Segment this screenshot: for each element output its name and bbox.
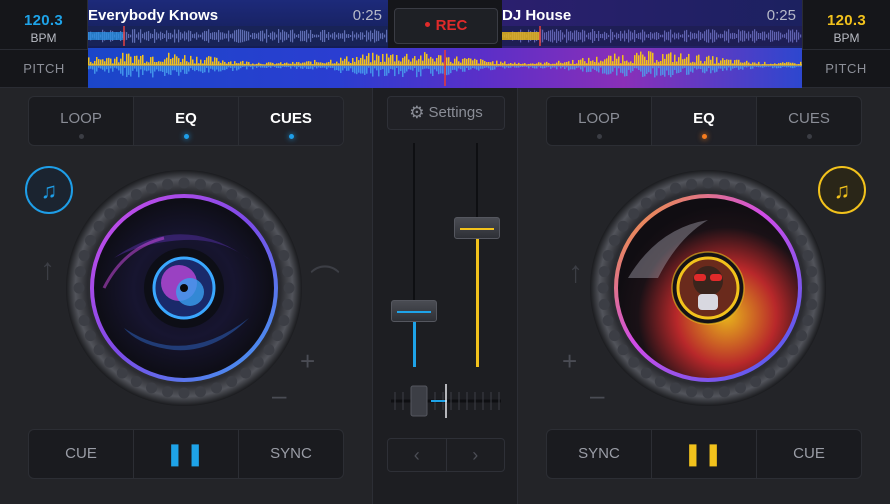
overview-waveform-graphic [88, 50, 802, 86]
deck-b-pitch-label[interactable]: PITCH [802, 52, 890, 86]
deck-b-track-time: 0:25 [766, 7, 796, 24]
deck-b-tab-loop[interactable]: LOOP [547, 97, 652, 145]
deck-b-tab-loop-label: LOOP [578, 110, 620, 127]
deck-a-tab-eq-label: EQ [175, 110, 197, 127]
deck-a-tab-cues-label: CUES [270, 110, 312, 127]
top-bar: 120.3 BPM PITCH Everybody Knows 0:25 REC… [0, 0, 890, 88]
record-dot-icon [424, 22, 430, 28]
deck-a-eq-indicator [183, 134, 189, 139]
deck-b-bpm[interactable]: 120.3 BPM [802, 0, 890, 50]
deck-b-bpm-value: 120.3 [826, 12, 867, 29]
deck-a-turntable-graphic [66, 170, 302, 406]
deck-a-tab-loop[interactable]: LOOP [29, 97, 134, 145]
deck-b-cue-button[interactable]: CUE [757, 430, 861, 478]
deck-a-pitch-plus[interactable]: + [300, 346, 315, 377]
deck-a-cues-indicator [288, 134, 294, 139]
deck-b-sync-button[interactable]: SYNC [547, 430, 652, 478]
pitch-bend-down-arrow-icon[interactable]: ⌒ [310, 256, 340, 300]
music-note-add-icon: ♫ [40, 178, 58, 203]
deck-b-tab-eq[interactable]: EQ [652, 97, 757, 145]
deck-a-track-title: Everybody Knows [88, 7, 219, 24]
deck-b-track-info[interactable]: DJ House 0:25 [502, 0, 802, 48]
deck-b-tab-cues[interactable]: CUES [757, 97, 861, 145]
deck-a-play-pause-button[interactable]: ❚❚ [134, 430, 239, 478]
deck-a-sync-button[interactable]: SYNC [239, 430, 343, 478]
deck-b-volume-fader[interactable] [454, 217, 500, 240]
chevron-left-icon[interactable]: ‹ [388, 439, 447, 471]
deck-a-mode-tabs: LOOP EQ CUES [28, 96, 344, 146]
deck-a-tab-eq[interactable]: EQ [134, 97, 239, 145]
deck-a-tab-loop-label: LOOP [60, 110, 102, 127]
deck-a-volume-fader[interactable] [391, 300, 437, 322]
settings-label: Settings [428, 104, 483, 121]
deck-b-mini-waveform [502, 26, 802, 46]
deck-b-tab-cues-label: CUES [788, 110, 830, 127]
deck-b-volume-level [475, 239, 479, 367]
gear-icon: ⚙ [409, 103, 425, 122]
deck-b-turntable-graphic [590, 170, 826, 406]
deck-a-volume-level [412, 322, 416, 367]
crossfader[interactable] [391, 380, 501, 422]
deck-b-loop-indicator [596, 134, 602, 139]
deck-b-track-title: DJ House [502, 7, 572, 24]
deck-a-track-time: 0:25 [352, 7, 382, 24]
deck-b-pitch-minus[interactable]: – [590, 380, 604, 411]
chevron-right-icon[interactable]: › [447, 439, 505, 471]
deck-a-bpm-value: 120.3 [23, 12, 64, 29]
record-button[interactable]: REC [394, 8, 498, 44]
deck-b-panel: LOOP EQ CUES ♫ ↑ + – SYNC ❚❚ CUE [518, 88, 890, 504]
deck-b-play-pause-button[interactable]: ❚❚ [652, 430, 757, 478]
deck-b-eq-indicator [701, 134, 707, 139]
deck-a-transport: CUE ❚❚ SYNC [28, 429, 344, 479]
deck-a-panel: LOOP EQ CUES ♫ ↑ ⌒ + – CUE ❚❚ SYNC [0, 88, 372, 504]
deck-a-cue-button[interactable]: CUE [29, 430, 134, 478]
deck-a-pitch-label[interactable]: PITCH [0, 52, 88, 86]
browse-nav: ‹ › [387, 438, 505, 472]
pitch-bend-down-arrow-icon[interactable]: ↑ [568, 256, 583, 290]
deck-b-pitch-plus[interactable]: + [562, 346, 577, 377]
overview-waveform[interactable] [88, 48, 802, 88]
deck-b-bpm-unit: BPM [833, 31, 860, 45]
deck-a-mini-waveform [88, 26, 388, 46]
deck-a-bpm-unit: BPM [30, 31, 57, 45]
mixer-panel: ⚙ Settings ‹ › [372, 88, 518, 504]
music-note-add-icon: ♫ [833, 178, 851, 203]
deck-a-pitch-minus[interactable]: – [272, 380, 286, 411]
deck-a-platter[interactable] [64, 168, 304, 408]
crossfader-graphic [391, 384, 501, 418]
deck-a-track-info[interactable]: Everybody Knows 0:25 [88, 0, 388, 48]
deck-b-platter[interactable] [588, 168, 828, 408]
deck-a-tab-cues[interactable]: CUES [239, 97, 343, 145]
deck-a-loop-indicator [78, 134, 84, 139]
record-label: REC [435, 17, 468, 34]
deck-a-bpm[interactable]: 120.3 BPM [0, 0, 88, 50]
deck-b-tab-eq-label: EQ [693, 110, 715, 127]
settings-button[interactable]: ⚙ Settings [387, 96, 505, 130]
deck-b-cues-indicator [806, 134, 812, 139]
pitch-bend-up-arrow-icon[interactable]: ↑ [40, 253, 55, 287]
deck-b-transport: SYNC ❚❚ CUE [546, 429, 862, 479]
deck-b-mode-tabs: LOOP EQ CUES [546, 96, 862, 146]
